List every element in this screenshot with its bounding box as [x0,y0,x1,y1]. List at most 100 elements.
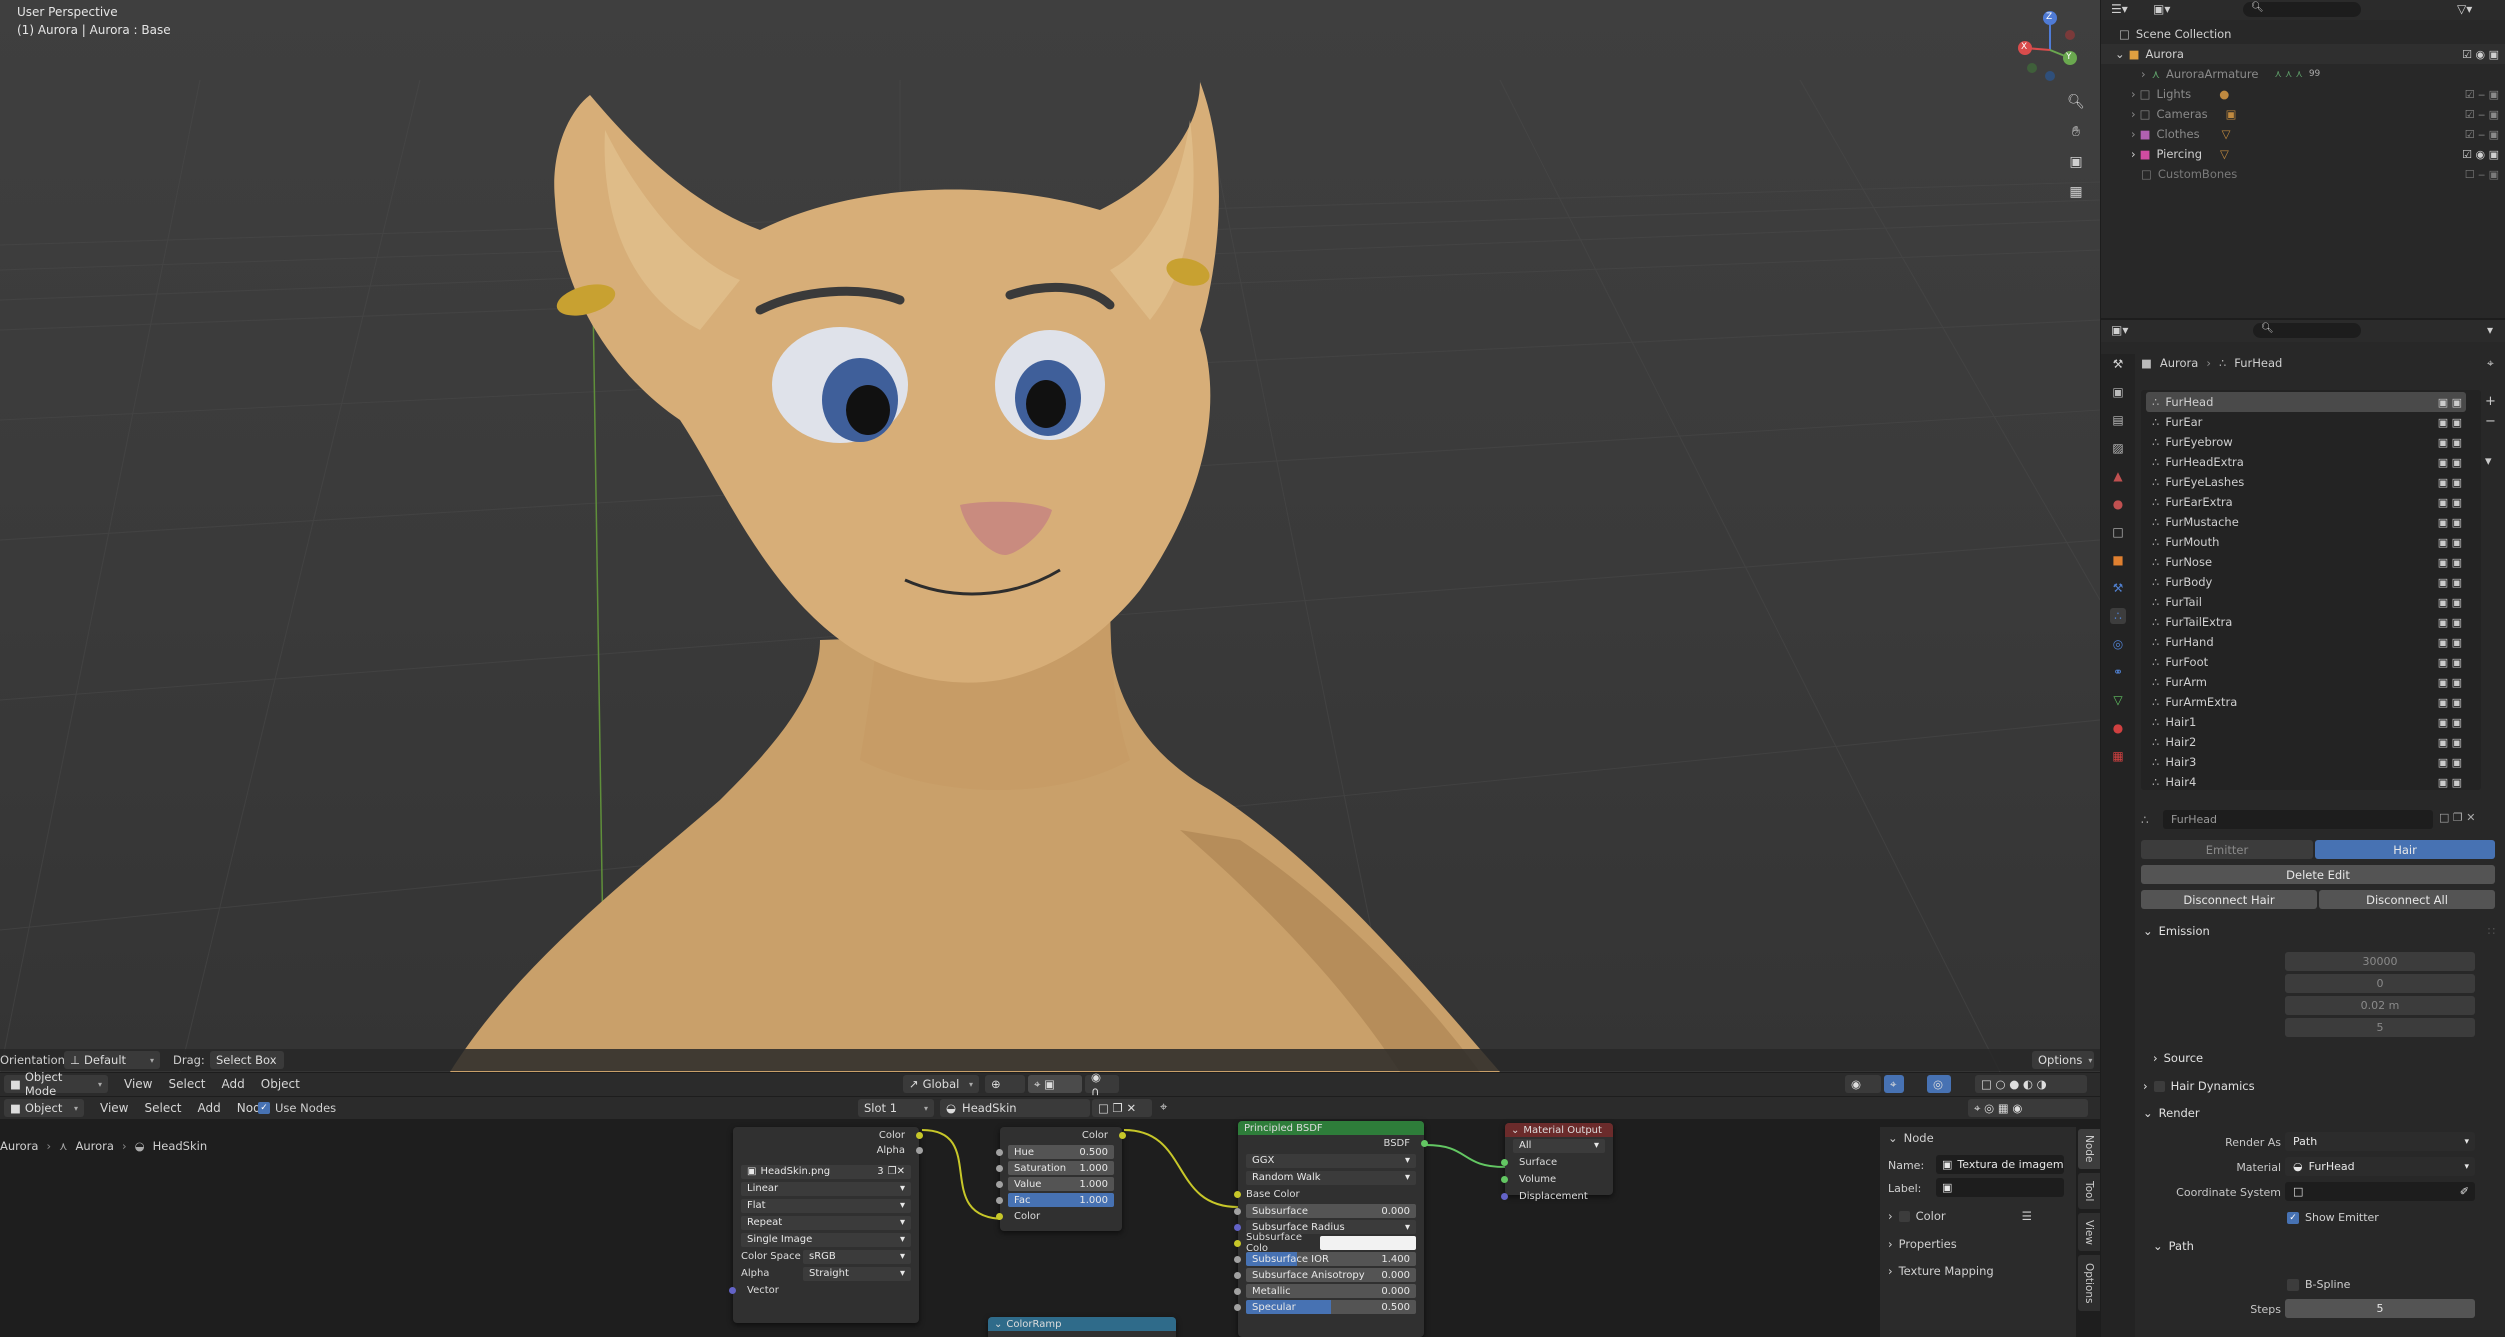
visibility-toggle-icon[interactable]: ▣ ▣ [2438,656,2462,669]
overlay-toggle-icon[interactable]: ◎ [1927,1075,1951,1093]
zoom-icon[interactable]: 🔍︎ [2063,89,2089,115]
scene-tab-icon[interactable]: ▲ [2110,468,2126,484]
outliner-editor-icon[interactable]: ☰▾ [2111,2,2128,16]
specular-field[interactable]: Specular 0.500 [1246,1300,1416,1314]
gizmo-toggle-icon[interactable]: ⌖ [1884,1075,1904,1093]
image-texture-node[interactable]: Color Alpha ▣ HeadSkin.png 3 ❐✕ Linear ▾ Fla… [729,1127,923,1323]
material-tab-icon[interactable]: ● [2110,720,2126,736]
subsurface-ior-field[interactable]: Subsurface IOR 1.400 [1246,1252,1416,1266]
subsurface-field[interactable]: Subsurface 0.000 [1246,1204,1416,1218]
particle-system-item[interactable]: ∴ FurEarExtra ▣ ▣ [2146,492,2466,512]
outliner-search-input[interactable]: 🔍︎ [2243,2,2361,17]
world-tab-icon[interactable]: ● [2110,496,2126,512]
menu-add[interactable]: Add [214,1077,253,1091]
node-name-field[interactable]: ▣ Textura de imagem [1936,1155,2064,1174]
node-texture-mapping-panel[interactable]: › Texture Mapping [1888,1264,1994,1278]
material-dropdown[interactable]: ◒ FurHead ▾ [2285,1157,2475,1176]
number-field[interactable]: 30000 [2285,952,2475,971]
render-as-dropdown[interactable]: Path ▾ [2285,1132,2475,1151]
steps-field[interactable]: 5 [2285,1299,2475,1318]
visibility-toggle-icon[interactable]: ▣ ▣ [2438,736,2462,749]
settings-actions-icon[interactable]: □ ❐ ✕ [2439,811,2475,824]
value-field[interactable]: Value 1.000 [1008,1177,1114,1191]
menu-select[interactable]: Select [160,1077,213,1091]
navigation-gizmo[interactable]: Z X Y [2010,10,2090,90]
subsurface-anisotropy-field[interactable]: Subsurface Anisotropy 0.000 [1246,1268,1416,1282]
visibility-toggle-icon[interactable]: ▣ ▣ [2438,756,2462,769]
particle-system-item[interactable]: ∴ FurEar ▣ ▣ [2146,412,2466,432]
particle-system-item[interactable]: ∴ FurArmExtra ▣ ▣ [2146,692,2466,712]
particle-system-item[interactable]: ∴ FurEyeLashes ▣ ▣ [2146,472,2466,492]
delete-edit-button[interactable]: Delete Edit [2141,865,2495,884]
particle-system-item[interactable]: ∴ FurMouth ▣ ▣ [2146,532,2466,552]
render-tab-icon[interactable]: ▣ [2110,384,2126,400]
render-panel-header[interactable]: ⌄ Render [2139,1102,2495,1124]
outliner-item-lights[interactable]: › □ Lights ● ☑ ‒ ▣ [2101,84,2505,104]
proportional-edit-icon[interactable]: ◉ ∩ [1085,1070,1119,1098]
visibility-toggle-icon[interactable]: ▣ ▣ [2438,696,2462,709]
hair-tab[interactable]: Hair [2315,840,2495,859]
properties-editor-icon[interactable]: ▣▾ [2111,323,2128,337]
particle-system-item[interactable]: ∴ FurBody ▣ ▣ [2146,572,2466,592]
list-side-buttons[interactable]: + − ▾ [2485,392,2499,472]
emission-panel-header[interactable]: ⌄ Emission ∷ [2139,920,2495,942]
outliner-item-clothes[interactable]: › ■ Clothes ▽ ☑ ‒ ▣ [2101,124,2505,144]
outliner[interactable]: ☰▾ ▣▾ 🔍︎ ▽▾ □ Scene Collection ⌄ ■ Aurora ☑ … [2101,0,2505,318]
particle-system-item[interactable]: ∴ FurNose ▣ ▣ [2146,552,2466,572]
pan-hand-icon[interactable]: ✋︎ [2063,119,2089,145]
display-mode-icon[interactable]: ▣▾ [2153,2,2170,16]
visibility-toggle-icon[interactable]: ▣ ▣ [2438,516,2462,529]
visibility-toggle-icon[interactable]: ▣ ▣ [2438,776,2462,789]
particle-system-item[interactable]: ∴ FurHand ▣ ▣ [2146,632,2466,652]
outliner-item-cameras[interactable]: › □ Cameras ▣ ☑ ‒ ▣ [2101,104,2505,124]
particle-settings-name-field[interactable]: FurHead [2163,810,2433,829]
node-properties-panel[interactable]: › Properties [1888,1237,1957,1251]
particle-system-item[interactable]: ∴ FurEyebrow ▣ ▣ [2146,432,2466,452]
particle-system-item[interactable]: ∴ Hair2 ▣ ▣ [2146,732,2466,752]
visibility-icon[interactable]: ◉ [1845,1075,1881,1093]
transform-orientation-dropdown[interactable]: ↗ Global ▾ [903,1075,979,1093]
visibility-toggle-icon[interactable]: ▣ ▣ [2438,436,2462,449]
snap-icon[interactable]: ⌖ ▣ [1028,1075,1082,1093]
visibility-toggle-icon[interactable]: ▣ ▣ [2438,476,2462,489]
path-subpanel-header[interactable]: ⌄ Path [2149,1235,2505,1257]
collection-tab-icon[interactable]: □ [2110,524,2126,540]
colorramp-node[interactable]: ⌄ ColorRamp [988,1317,1176,1337]
outliner-item-piercing[interactable]: › ■ Piercing ▽ ☑ ◉ ▣ [2101,144,2505,164]
disconnect-hair-button[interactable]: Disconnect Hair [2141,890,2317,909]
emitter-tab[interactable]: Emitter [2141,840,2313,859]
3d-viewport[interactable]: User Perspective (1) Aurora | Aurora : B… [0,0,2100,1072]
show-emitter-checkbox[interactable]: ✓ Show Emitter [2287,1211,2379,1224]
particle-system-item[interactable]: ∴ FurFoot ▣ ▣ [2146,652,2466,672]
visibility-toggle-icon[interactable]: ▣ ▣ [2438,636,2462,649]
sidebar-tab-node[interactable]: Node [2078,1129,2100,1169]
visibility-toggle-icon[interactable]: ▣ ▣ [2438,576,2462,589]
visibility-toggle-icon[interactable]: ▣ ▣ [2438,716,2462,729]
sidebar-tab-tool[interactable]: Tool [2078,1173,2100,1209]
menu-object[interactable]: Object [253,1077,308,1091]
particle-system-item[interactable]: ∴ FurHead ▣ ▣ [2146,392,2466,412]
hue-field[interactable]: Hue 0.500 [1008,1145,1114,1159]
data-tab-icon[interactable]: ▽ [2110,692,2126,708]
mode-dropdown[interactable]: ■ Object Mode ▾ [4,1070,108,1098]
visibility-toggle-icon[interactable]: ▣ ▣ [2438,536,2462,549]
node-label-field[interactable]: ▣ [1936,1178,2064,1197]
source-subpanel-header[interactable]: › Source [2149,1047,2505,1069]
node-color-panel[interactable]: › Color ☰ [1888,1209,2032,1223]
menu-view[interactable]: View [116,1077,160,1091]
options-dropdown[interactable]: Options ▾ [2032,1051,2094,1069]
object-tab-icon[interactable]: ■ [2110,552,2126,568]
view-layer-tab-icon[interactable]: ▨ [2110,440,2126,456]
drag-dropdown[interactable]: Select Box [210,1051,284,1069]
visibility-toggle-icon[interactable]: ▣ ▣ [2438,496,2462,509]
texture-tab-icon[interactable]: ▦ [2110,748,2126,764]
visibility-toggle-icon[interactable]: ▣ ▣ [2438,556,2462,569]
properties-editor[interactable]: ▣▾ 🔍︎ ▾ ⚒ ▣ ▤ ▨ ▲ ● □ ■ ⚒ ∴ ◎ ⚭ ▽ ● ▦ ■ … [2101,320,2505,1337]
segments-field[interactable]: 5 [2285,1018,2475,1037]
outliner-item-aurora[interactable]: ⌄ ■ Aurora ☑ ◉ ▣ [2101,44,2505,64]
pivot-point-icon[interactable]: ⊕ [985,1075,1025,1093]
filter-icon[interactable]: ▽▾ [2457,2,2472,16]
particle-system-item[interactable]: ∴ FurTailExtra ▣ ▣ [2146,612,2466,632]
visibility-toggle-icon[interactable]: ▣ ▣ [2438,456,2462,469]
disconnect-all-button[interactable]: Disconnect All [2319,890,2495,909]
